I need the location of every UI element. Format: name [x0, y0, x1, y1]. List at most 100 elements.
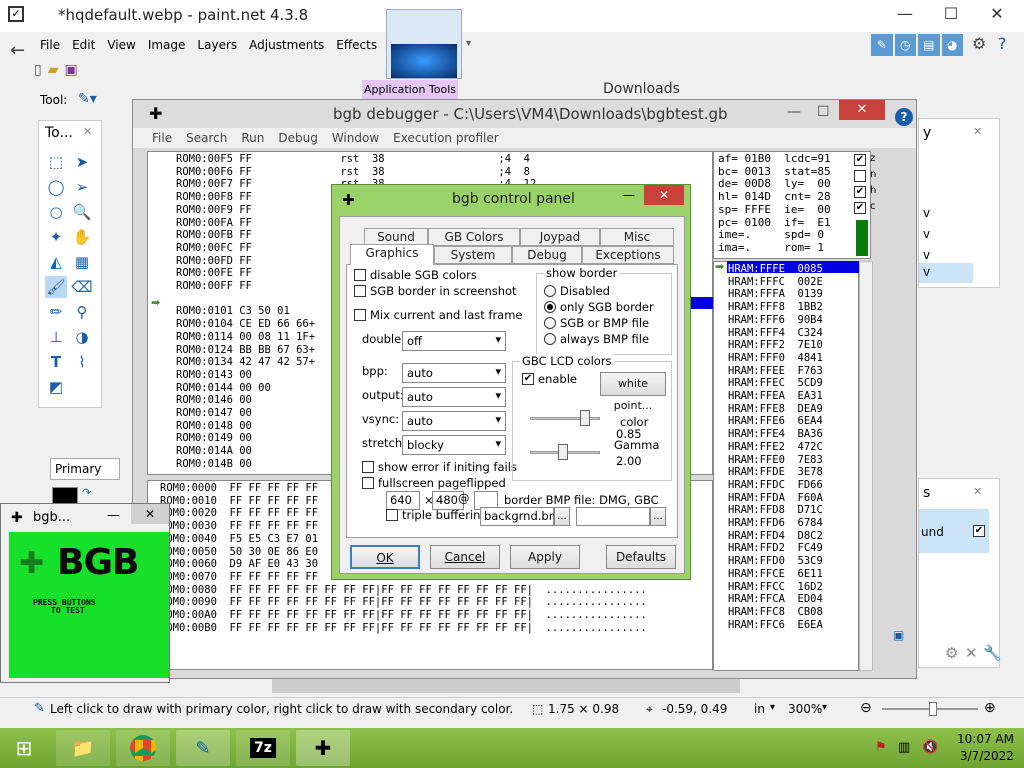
new-file-icon[interactable]: ▯ — [34, 62, 48, 78]
tool-brush-icon[interactable]: ✎▾ — [78, 91, 97, 107]
debugger-menu-execution-profiler[interactable]: Execution profiler — [386, 128, 506, 148]
text-tool-icon[interactable]: T — [45, 351, 67, 373]
memory-dump-line[interactable]: ROM0:0080 FF FF FF FF FF FF FF FF|FF FF … — [160, 584, 712, 597]
register-line[interactable]: hl= 014D cnt= 28 — [718, 190, 870, 204]
menu-view[interactable]: View — [101, 34, 141, 58]
units-selector[interactable]: in — [754, 702, 765, 716]
eraser-icon[interactable]: ⌫ — [71, 276, 93, 298]
register-line[interactable]: af= 01B0 lcdc=91 — [718, 152, 870, 166]
defaults-button[interactable]: Defaults — [606, 545, 676, 569]
paintbrush-icon[interactable]: 🖌 — [45, 276, 67, 298]
flag-z-checkbox[interactable]: ✔ — [854, 154, 866, 166]
network-icon[interactable]: ▥ — [898, 740, 910, 755]
color-slider-thumb[interactable] — [580, 410, 590, 426]
debugger-menu-search[interactable]: Search — [179, 128, 234, 148]
stack-view[interactable]: HRAM:FFFE 0085 HRAM:FFFC 002E HRAM:FFFA 01… — [713, 261, 859, 671]
menu-file[interactable]: File — [34, 34, 66, 58]
clock-date[interactable]: 3/7/2022 — [960, 749, 1014, 763]
stack-line[interactable]: HRAM:FFEE F763 — [728, 365, 858, 378]
ellipse-select-icon[interactable]: ○ — [45, 201, 67, 223]
move-selected-icon[interactable]: ➢ — [71, 176, 93, 198]
game-screen[interactable]: ✚ BGB PRESS BUTTONS TO TEST — [9, 532, 169, 678]
tab-misc[interactable]: Misc — [600, 228, 674, 246]
gbc-lcd-enable-checkbox[interactable]: ✔ — [522, 373, 534, 385]
stack-line[interactable]: HRAM:FFCA ED04 — [728, 593, 858, 606]
flag-n-checkbox[interactable] — [854, 170, 866, 182]
disassembly-line[interactable]: ROM0:00F5 FF rst 38 ;4 4 — [176, 153, 712, 166]
debugger-close-button[interactable]: ✕ — [839, 100, 885, 120]
vsync-select[interactable]: auto — [402, 411, 506, 431]
gbc-bmp-file-input[interactable] — [576, 507, 650, 526]
canvas-horizontal-scrollbar[interactable] — [272, 679, 740, 693]
move-selection-icon[interactable]: ➤ — [71, 151, 93, 173]
color-picker-icon[interactable]: ⚲ — [71, 301, 93, 323]
triple-buffering-checkbox[interactable] — [386, 509, 398, 521]
flag-c-checkbox[interactable]: ✔ — [854, 202, 866, 214]
memory-dump-line[interactable]: ROM0:00B0 FF FF FF FF FF FF FF FF|FF FF … — [160, 622, 712, 635]
history-row[interactable]: und ✔ — [919, 509, 989, 553]
register-line[interactable]: sp= FFFE ie= 00 — [718, 203, 870, 217]
stretch-select[interactable]: blocky — [402, 435, 506, 455]
zoom-out-icon[interactable]: ⊖ — [860, 700, 872, 716]
settings-wrench-icon[interactable]: ⚙ — [945, 644, 958, 662]
lasso-select-icon[interactable]: ◯ — [45, 176, 67, 198]
memory-dump-line[interactable]: ROM0:0090 FF FF FF FF FF FF FF FF|FF FF … — [160, 596, 712, 609]
paint-bucket-icon[interactable]: ◭ — [45, 251, 67, 273]
stack-line[interactable]: HRAM:FFD8 D71C — [728, 504, 858, 517]
stack-line[interactable]: HRAM:FFE0 7E83 — [728, 454, 858, 467]
stack-line[interactable]: HRAM:FFC8 CB08 — [728, 606, 858, 619]
history-row-checkbox[interactable]: ✔ — [973, 525, 985, 537]
layers-panel-selected-row[interactable]: v — [919, 263, 973, 283]
stack-line[interactable]: HRAM:FFC6 E6EA — [728, 619, 858, 632]
debugger-menu-run[interactable]: Run — [234, 128, 271, 148]
mix-frames-checkbox[interactable] — [354, 309, 366, 321]
recolor-icon[interactable]: ◑ — [71, 326, 93, 348]
debugger-menu-window[interactable]: Window — [325, 128, 386, 148]
clear-history-icon[interactable]: ✕ — [965, 644, 978, 662]
apply-button[interactable]: Apply — [510, 545, 580, 569]
bmp-browse-button[interactable]: ... — [554, 507, 570, 526]
memory-dump-line[interactable]: ROM0:00A0 FF FF FF FF FF FF FF FF|FF FF … — [160, 609, 712, 622]
show-error-checkbox[interactable] — [362, 461, 374, 473]
minimize-icon[interactable]: — — [882, 4, 928, 23]
control-panel-minimize-icon[interactable]: — — [622, 188, 635, 203]
white-point-button[interactable]: white point... — [600, 372, 666, 412]
back-arrow-icon[interactable]: ← — [10, 40, 25, 61]
gbc-bmp-browse-button[interactable]: ... — [650, 507, 666, 526]
clone-stamp-icon[interactable]: ⊥ — [45, 326, 67, 348]
disassembly-line[interactable]: ROM0:00F6 FF rst 38 ;4 8 — [176, 166, 712, 179]
stack-line[interactable]: HRAM:FFEA EA31 — [728, 390, 858, 403]
rectangle-select-icon[interactable]: ⬚ — [45, 151, 67, 173]
action-center-flag-icon[interactable]: ⚑ — [875, 740, 887, 755]
stack-scrollbar[interactable] — [859, 261, 873, 671]
primary-color-selector[interactable]: Primary — [50, 458, 120, 480]
settings-gear-icon[interactable]: ⚙ — [972, 34, 986, 53]
menu-adjustments[interactable]: Adjustments — [243, 34, 330, 58]
debugger-menu-debug[interactable]: Debug — [271, 128, 324, 148]
tab-debug[interactable]: Debug — [512, 246, 582, 264]
history-panel-close-icon[interactable]: ✕ — [973, 485, 982, 498]
tab-graphics[interactable]: Graphics — [350, 244, 434, 265]
volume-muted-icon[interactable]: 🔇 — [922, 740, 938, 755]
border-sgb-or-bmp-radio[interactable] — [544, 317, 556, 329]
stack-line[interactable]: HRAM:FFD2 FC49 — [728, 542, 858, 555]
flag-h-checkbox[interactable]: ✔ — [854, 186, 866, 198]
fullscreen-pageflipped-checkbox[interactable] — [362, 477, 374, 489]
ok-button[interactable]: OK — [350, 545, 420, 569]
stack-line[interactable]: HRAM:FFFC 002E — [728, 276, 858, 289]
save-icon[interactable]: ▣ — [65, 62, 84, 78]
zoom-level[interactable]: 300% — [788, 702, 822, 716]
tools-window-icon[interactable]: ✎ — [871, 34, 893, 56]
zoom-in-icon[interactable]: ⊕ — [984, 700, 996, 716]
registers-view[interactable]: af= 01B0 lcdc=91 bc= 0013 stat=85 de= 00D8… — [713, 151, 871, 259]
history-window-icon[interactable]: ◷ — [894, 34, 916, 56]
layers-window-icon[interactable]: ▤ — [918, 34, 940, 56]
pan-hand-icon[interactable]: ✋ — [71, 226, 93, 248]
taskbar-file-explorer[interactable]: 📁 — [56, 730, 110, 766]
stack-line[interactable]: HRAM:FFD6 6784 — [728, 517, 858, 530]
tab-exceptions[interactable]: Exceptions — [582, 246, 674, 264]
stack-line[interactable]: HRAM:FFE8 DEA9 — [728, 403, 858, 416]
register-line[interactable]: ima=. rom= 1 — [718, 241, 870, 255]
debugger-menu-file[interactable]: File — [145, 128, 179, 148]
stack-line[interactable]: HRAM:FFF4 C324 — [728, 327, 858, 340]
